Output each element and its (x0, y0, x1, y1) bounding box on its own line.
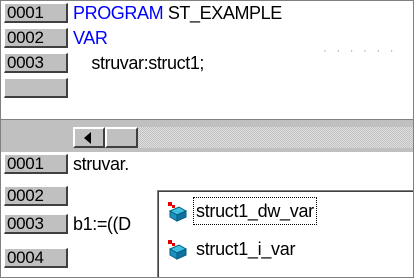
scrollbar-gutter (1, 120, 71, 153)
autocomplete-item-label: struct1_dw_var (193, 197, 317, 225)
keyword-var: VAR (73, 28, 108, 48)
code-text[interactable]: struvar. (73, 154, 129, 174)
line-number: 0002 (4, 28, 68, 48)
code-line-1[interactable]: 0001 struvar. (1, 152, 413, 177)
line-number: 0004 (4, 248, 68, 268)
autocomplete-list[interactable]: struct1_dw_var struct1_i_var (157, 190, 413, 277)
line-number: 0003 (4, 53, 68, 73)
code-text[interactable]: PROGRAM ST_EXAMPLE (73, 3, 282, 23)
line-number-empty (4, 78, 68, 98)
code-text[interactable]: b1:=((D (73, 214, 131, 234)
line-number: 0001 (4, 3, 68, 23)
line-number: 0002 (4, 186, 68, 206)
scroll-track[interactable] (138, 127, 413, 148)
variable-icon (168, 240, 188, 260)
autocomplete-item[interactable]: struct1_i_var (166, 233, 406, 265)
arrow-left-icon (84, 132, 91, 144)
horizontal-scrollbar[interactable] (1, 119, 413, 153)
autocomplete-item-label: struct1_i_var (196, 239, 296, 259)
variable-icon (168, 202, 188, 222)
decl-line-4[interactable] (1, 76, 413, 101)
st-editor-window: 0001 PROGRAM ST_EXAMPLE 0002 VAR · · · ·… (0, 0, 414, 278)
keyword-program: PROGRAM (73, 3, 164, 23)
code-text[interactable]: struvar:struct1; (73, 53, 204, 73)
declaration-pane[interactable]: 0001 PROGRAM ST_EXAMPLE 0002 VAR · · · ·… (1, 1, 413, 119)
scroll-thumb[interactable] (105, 127, 138, 148)
program-name: ST_EXAMPLE (163, 3, 282, 23)
decl-line-1[interactable]: 0001 PROGRAM ST_EXAMPLE (1, 1, 413, 26)
scroll-left-button[interactable] (73, 127, 105, 148)
line-number: 0003 (4, 214, 68, 234)
decl-line-3[interactable]: 0003 struvar:struct1; (1, 51, 413, 76)
code-text[interactable]: VAR (73, 28, 108, 48)
line-number: 0001 (4, 154, 68, 174)
autocomplete-item[interactable]: struct1_dw_var (166, 195, 406, 227)
